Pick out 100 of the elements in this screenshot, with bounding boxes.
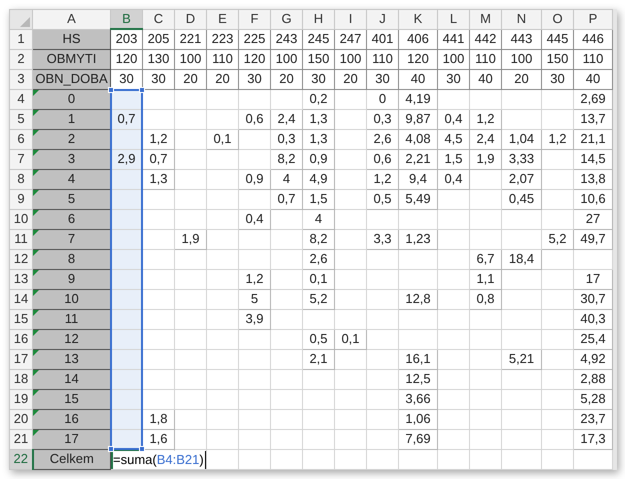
table-cell: 5,2 bbox=[548, 231, 567, 246]
table-cell: 2,07 bbox=[508, 171, 534, 186]
column-header[interactable]: I bbox=[334, 10, 366, 29]
table-cell: 5,2 bbox=[309, 291, 328, 306]
header-cell: 110 bbox=[212, 51, 233, 66]
row-label: 7 bbox=[68, 231, 76, 246]
row-label: 4 bbox=[68, 171, 76, 186]
table-cell: 1,3 bbox=[309, 111, 328, 126]
row-header[interactable]: 14 bbox=[10, 289, 32, 309]
header-cell: 40 bbox=[586, 71, 600, 86]
row-header[interactable]: 5 bbox=[10, 109, 32, 129]
header-cell: 40 bbox=[410, 71, 426, 86]
column-header[interactable]: D bbox=[174, 10, 206, 29]
column-header[interactable]: E bbox=[206, 10, 238, 29]
table-cell: 2,6 bbox=[309, 251, 328, 266]
row-header[interactable]: 8 bbox=[10, 169, 32, 189]
table-cell: 10,6 bbox=[580, 191, 606, 206]
column-header[interactable]: H bbox=[302, 10, 334, 29]
row-header[interactable]: 19 bbox=[10, 389, 32, 409]
table-cell: 0,7 bbox=[117, 111, 136, 126]
header-cell: 100 bbox=[340, 51, 362, 66]
row-header[interactable]: 11 bbox=[10, 229, 32, 249]
row-label: 11 bbox=[64, 311, 78, 326]
row-header[interactable]: 3 bbox=[10, 69, 32, 89]
table-cell: 1,2 bbox=[373, 171, 392, 186]
table-cell: 4,5 bbox=[444, 131, 463, 146]
table-cell: 3,9 bbox=[245, 311, 264, 326]
column-header[interactable]: C bbox=[142, 10, 174, 29]
formula-input[interactable]: =suma(B4:B21) bbox=[113, 450, 206, 468]
table-cell: 1,06 bbox=[405, 411, 431, 426]
table-cell: 1,2 bbox=[548, 131, 567, 146]
column-header[interactable]: L bbox=[438, 10, 470, 29]
row-header[interactable]: 22 bbox=[10, 449, 32, 469]
row-label: 1 bbox=[68, 111, 76, 126]
table-cell: 2,21 bbox=[405, 151, 431, 166]
row-label: 14 bbox=[64, 371, 79, 386]
header-cell: 120 bbox=[244, 51, 266, 66]
column-header[interactable]: A bbox=[32, 10, 110, 29]
row-label: OBMYTI bbox=[46, 51, 96, 66]
table-cell: 23,7 bbox=[580, 411, 606, 426]
table-cell: 17 bbox=[586, 271, 600, 286]
table-cell: 30,7 bbox=[580, 291, 606, 306]
row-label: 12 bbox=[64, 331, 79, 346]
column-header[interactable]: B bbox=[110, 10, 142, 29]
table-cell: 5,49 bbox=[405, 191, 431, 206]
header-cell: 30 bbox=[247, 71, 262, 86]
header-cell: 245 bbox=[308, 31, 330, 46]
header-cell: 120 bbox=[407, 51, 429, 66]
table-cell: 13,7 bbox=[580, 111, 606, 126]
row-header[interactable]: 16 bbox=[10, 329, 32, 349]
header-cell: 40 bbox=[478, 71, 493, 86]
table-cell: 0,5 bbox=[309, 331, 328, 346]
row-header[interactable]: 9 bbox=[10, 189, 32, 209]
row-header[interactable]: 18 bbox=[10, 369, 32, 389]
table-cell: 0,9 bbox=[309, 151, 328, 166]
table-cell: 4,08 bbox=[405, 131, 431, 146]
table-cell: 0,1 bbox=[309, 271, 328, 286]
header-cell: 100 bbox=[442, 51, 464, 66]
row-header[interactable]: 15 bbox=[10, 309, 32, 329]
header-cell: 203 bbox=[116, 31, 138, 46]
header-cell: 225 bbox=[244, 31, 266, 46]
row-header[interactable]: 17 bbox=[10, 349, 32, 369]
header-cell: 110 bbox=[372, 51, 393, 66]
table-cell: 27 bbox=[586, 211, 600, 226]
column-header[interactable]: J bbox=[366, 10, 398, 29]
row-header[interactable]: 1 bbox=[10, 29, 32, 49]
column-header[interactable]: F bbox=[238, 10, 270, 29]
header-cell: 30 bbox=[550, 71, 565, 86]
column-header[interactable]: M bbox=[470, 10, 502, 29]
row-label: 17 bbox=[64, 431, 79, 446]
row-label: 5 bbox=[68, 191, 76, 206]
header-cell: 130 bbox=[148, 51, 170, 66]
row-header[interactable]: 12 bbox=[10, 249, 32, 269]
table-cell: 1,9 bbox=[476, 151, 495, 166]
table-cell: 12,5 bbox=[405, 371, 431, 386]
header-cell: 20 bbox=[514, 71, 529, 86]
row-header[interactable]: 2 bbox=[10, 49, 32, 69]
table-cell: 3,66 bbox=[405, 391, 431, 406]
table-cell: 4,92 bbox=[580, 351, 606, 366]
table-cell: 1,5 bbox=[309, 191, 328, 206]
column-header[interactable]: O bbox=[542, 10, 574, 29]
column-header[interactable]: G bbox=[270, 10, 302, 29]
row-header[interactable]: 4 bbox=[10, 89, 32, 109]
row-header[interactable]: 6 bbox=[10, 129, 32, 149]
row-header[interactable]: 20 bbox=[10, 409, 32, 429]
row-header[interactable]: 7 bbox=[10, 149, 32, 169]
column-header[interactable]: N bbox=[502, 10, 542, 29]
table-cell: 0,9 bbox=[245, 171, 264, 186]
column-header[interactable]: K bbox=[398, 10, 438, 29]
column-header[interactable]: P bbox=[574, 10, 612, 29]
header-cell: 30 bbox=[375, 71, 390, 86]
row-label: 3 bbox=[68, 151, 76, 166]
row-header[interactable]: 21 bbox=[10, 429, 32, 449]
row-label: 13 bbox=[64, 351, 79, 366]
row-header[interactable]: 10 bbox=[10, 209, 32, 229]
table-cell: 9,87 bbox=[405, 111, 431, 126]
row-header[interactable]: 13 bbox=[10, 269, 32, 289]
row-label: 0 bbox=[68, 91, 76, 106]
header-cell: 100 bbox=[510, 51, 532, 66]
table-cell: 2,4 bbox=[476, 131, 495, 146]
